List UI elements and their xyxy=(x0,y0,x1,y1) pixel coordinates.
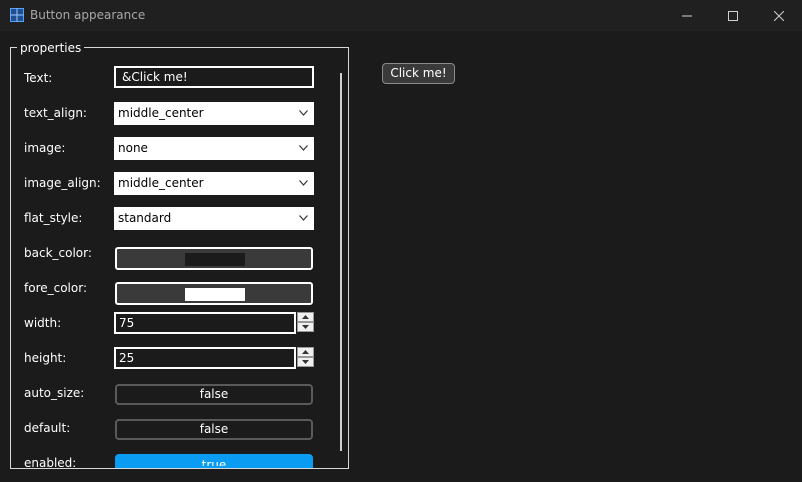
maximize-icon xyxy=(728,10,738,21)
chevron-down-icon xyxy=(299,180,308,186)
fore-color-label: fore_color: xyxy=(24,281,87,295)
width-spin-up[interactable] xyxy=(297,312,314,322)
properties-scrollbar[interactable] xyxy=(340,73,342,451)
text-align-select[interactable]: middle_center xyxy=(114,102,314,125)
properties-group-title: properties xyxy=(17,41,85,55)
preview-button[interactable]: Click me! xyxy=(382,63,455,84)
auto-size-toggle[interactable]: false xyxy=(115,384,313,405)
image-select[interactable]: none xyxy=(114,137,314,160)
image-align-select[interactable]: middle_center xyxy=(114,172,314,195)
text-input[interactable]: &Click me! xyxy=(114,66,314,88)
back-color-swatch xyxy=(185,253,245,266)
text-align-label: text_align: xyxy=(24,106,87,120)
close-icon xyxy=(774,10,784,21)
height-spin-down[interactable] xyxy=(297,357,314,367)
width-input[interactable]: 75 xyxy=(114,312,296,334)
chevron-down-icon xyxy=(299,110,308,116)
minimize-icon xyxy=(682,15,692,16)
fore-color-swatch xyxy=(185,288,245,301)
caret-down-icon xyxy=(302,325,309,329)
text-align-value: middle_center xyxy=(118,106,204,120)
height-spin-up[interactable] xyxy=(297,347,314,357)
image-value: none xyxy=(118,141,148,155)
window-title: Button appearance xyxy=(30,8,146,22)
back-color-button[interactable] xyxy=(115,247,313,270)
width-spin-down[interactable] xyxy=(297,322,314,332)
image-align-label: image_align: xyxy=(24,176,101,190)
flat-style-select[interactable]: standard xyxy=(114,207,314,230)
height-label: height: xyxy=(24,351,67,365)
close-button[interactable] xyxy=(756,0,802,31)
enabled-toggle[interactable]: true xyxy=(115,454,313,468)
title-bar[interactable]: Button appearance xyxy=(0,0,802,31)
height-input[interactable]: 25 xyxy=(114,347,296,369)
default-toggle[interactable]: false xyxy=(115,419,313,440)
fore-color-button[interactable] xyxy=(115,282,313,305)
image-align-value: middle_center xyxy=(118,176,204,190)
maximize-button[interactable] xyxy=(710,0,756,31)
enabled-label: enabled: xyxy=(24,456,77,470)
text-label: Text: xyxy=(24,71,53,85)
caret-up-icon xyxy=(302,350,309,354)
caret-down-icon xyxy=(302,360,309,364)
width-label: width: xyxy=(24,316,62,330)
chevron-down-icon xyxy=(299,145,308,151)
caret-up-icon xyxy=(302,315,309,319)
image-label: image: xyxy=(24,141,66,155)
chevron-down-icon xyxy=(299,215,308,221)
flat-style-label: flat_style: xyxy=(24,211,83,225)
default-label: default: xyxy=(24,421,71,435)
app-grid-icon xyxy=(10,8,24,22)
auto-size-label: auto_size: xyxy=(24,386,85,400)
minimize-button[interactable] xyxy=(664,0,710,31)
back-color-label: back_color: xyxy=(24,246,92,260)
flat-style-value: standard xyxy=(118,211,172,225)
